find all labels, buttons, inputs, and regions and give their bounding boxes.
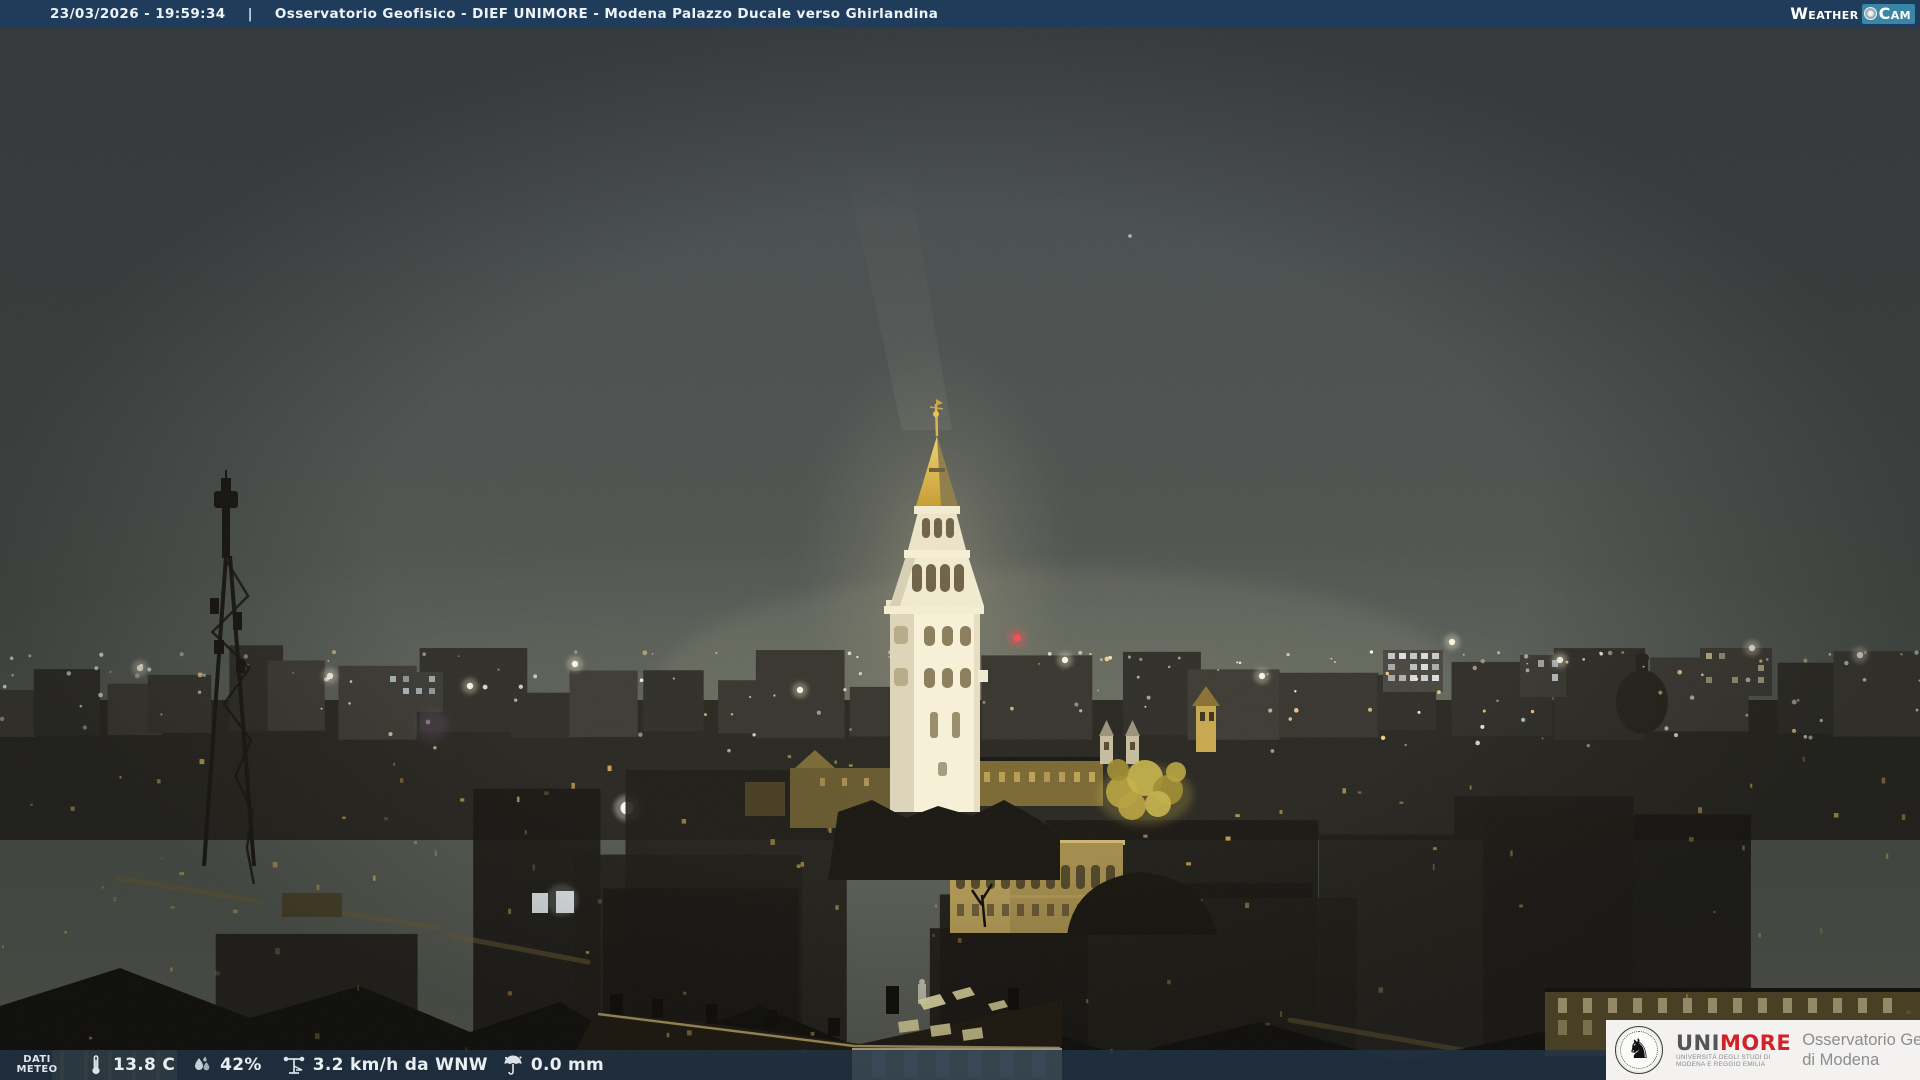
camera-lens-icon <box>1863 7 1877 20</box>
wind-icon <box>283 1056 305 1074</box>
header-bar: 23/03/2026 - 19:59:34 | Osservatorio Geo… <box>0 0 1920 27</box>
night-cityscape <box>0 0 1920 1080</box>
weather-bar-label-line2: METEO <box>16 1064 58 1075</box>
university-subtitle-line1: UNIVERSITÀ DEGLI STUDI DI <box>1676 1053 1771 1061</box>
observatory-name-line2: di Modena <box>1802 1051 1880 1069</box>
thermometer-icon <box>92 1055 100 1075</box>
webcam-scene <box>0 0 1920 1080</box>
unimore-name: UNIMORE <box>1676 1032 1791 1054</box>
rain-value: 0.0 mm <box>530 1055 605 1075</box>
university-subtitle-line2: MODENA E REGGIO EMILIA <box>1676 1061 1766 1068</box>
observatory-name-line1: Osservatorio Geofisico <box>1802 1031 1920 1049</box>
weather-bar-label: DATI METEO <box>14 1055 60 1075</box>
humidity-reading: 42% <box>191 1055 262 1075</box>
weathercam-badge: Cam <box>1861 3 1915 24</box>
unimore-name-more: MORE <box>1719 1030 1792 1055</box>
temperature-value: 13.8 C <box>113 1055 176 1075</box>
weathercam-word-weather: Weather <box>1790 3 1859 23</box>
weathercam-logo[interactable]: Weather Cam <box>1790 3 1915 24</box>
unimore-brand-box[interactable]: ♞ UNIMORE UNIVERSITÀ DEGLI STUDI DI MODE… <box>1606 1020 1920 1080</box>
page-title: Osservatorio Geofisico - DIEF UNIMORE - … <box>274 5 939 22</box>
humidity-icon <box>195 1056 210 1071</box>
unimore-wordmark: UNIMORE UNIVERSITÀ DEGLI STUDI DI MODENA… <box>1676 1032 1791 1069</box>
rain-icon <box>504 1055 522 1075</box>
rain-reading: 0.0 mm <box>502 1054 604 1076</box>
wind-reading: 3.2 km/h da WNW <box>282 1054 488 1076</box>
timestamp: 23/03/2026 - 19:59:34 <box>50 5 226 22</box>
temperature-reading: 13.8 C <box>86 1054 175 1076</box>
horse-rider-icon: ♞ <box>1626 1034 1652 1065</box>
observatory-name: Osservatorio Geofisico di Modena <box>1802 1030 1920 1070</box>
unimore-name-uni: UNI <box>1676 1030 1720 1055</box>
separator: | <box>247 5 253 22</box>
unimore-seal: ♞ <box>1615 1026 1663 1074</box>
wind-value: 3.2 km/h da WNW <box>312 1055 488 1075</box>
weathercam-word-cam: Cam <box>1878 3 1911 23</box>
humidity-value: 42% <box>220 1055 262 1075</box>
